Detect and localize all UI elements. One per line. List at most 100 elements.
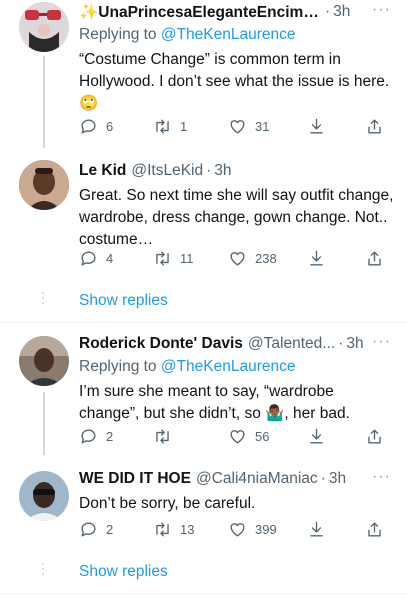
reply-count: 2 [106, 428, 114, 444]
reply-button[interactable]: 2 [79, 520, 113, 539]
replying-prefix: Replying to [79, 26, 161, 43]
thread-dots [40, 563, 46, 578]
download-button[interactable] [307, 427, 326, 446]
share-icon [368, 428, 381, 444]
action-bar: 6 1 31 [79, 114, 397, 138]
user-handle[interactable]: @ItsLeKid [131, 162, 203, 180]
like-icon [230, 251, 245, 266]
share-button[interactable] [365, 249, 384, 268]
show-replies-link[interactable]: Show replies [79, 292, 168, 310]
show-replies-link[interactable]: Show replies [79, 563, 168, 581]
download-button[interactable] [307, 117, 326, 136]
display-name[interactable]: Le Kid [79, 162, 126, 180]
retweet-count: 1 [180, 118, 188, 134]
like-icon [230, 119, 245, 134]
avatar[interactable] [19, 336, 69, 386]
reply-count: 4 [106, 250, 114, 266]
thread-dots [40, 292, 46, 307]
like-button[interactable]: 56 [228, 427, 269, 446]
reply-icon [81, 119, 96, 134]
download-button[interactable] [307, 520, 326, 539]
thread-line [43, 56, 45, 148]
retweet-button[interactable]: 1 [153, 117, 187, 136]
separator: · [325, 3, 331, 20]
like-count: 238 [255, 250, 277, 266]
mention-link[interactable]: @TheKenLaurence [161, 358, 296, 375]
like-button[interactable]: 399 [228, 520, 277, 539]
action-bar: 2 56 [79, 424, 397, 448]
more-icon[interactable]: ··· [372, 1, 391, 19]
tweet[interactable]: ✨UnaPrincesaEleganteEncimaS... · 3h ··· … [0, 0, 407, 148]
retweet-icon [156, 521, 169, 537]
replying-to: Replying to @TheKenLaurence [79, 24, 395, 46]
more-icon[interactable]: ··· [372, 333, 391, 351]
reply-button[interactable]: 6 [79, 117, 113, 136]
separator: · [338, 335, 344, 352]
more-icon[interactable]: ··· [372, 468, 391, 486]
tweet-header: WE DID IT HOE @Cali4niaManiac · 3h [79, 468, 395, 490]
timestamp[interactable]: 3h [346, 335, 363, 353]
tweet-header: Roderick Donte' Davis @Talented... · 3h [79, 333, 395, 355]
tweet-text: Don’t be sorry, be careful. [79, 495, 256, 512]
divider [0, 593, 407, 594]
tweet-header: ✨UnaPrincesaEleganteEncimaS... · 3h [79, 1, 395, 23]
like-button[interactable]: 238 [228, 249, 277, 268]
share-icon [368, 250, 381, 266]
tweet-header: Le Kid @ItsLeKid · 3h [79, 160, 395, 182]
reply-icon [81, 251, 96, 266]
tweet-text: “Costume Change” is common term in Holly… [79, 51, 390, 112]
timestamp[interactable]: 3h [214, 162, 231, 180]
like-icon [230, 522, 245, 537]
tweet-text: Great. So next time she will say outfit … [79, 187, 394, 248]
user-handle[interactable]: @Talented... [248, 335, 335, 353]
replying-prefix: Replying to [79, 358, 161, 375]
reply-icon [81, 522, 96, 537]
retweet-count: 11 [180, 250, 194, 266]
reply-button[interactable]: 2 [79, 427, 113, 446]
tweet[interactable]: Roderick Donte' Davis @Talented... · 3h … [0, 330, 407, 455]
display-name[interactable]: WE DID IT HOE [79, 470, 191, 488]
download-icon [310, 428, 323, 444]
divider [0, 322, 407, 323]
timestamp[interactable]: 3h [333, 3, 350, 21]
reply-button[interactable]: 4 [79, 249, 113, 268]
like-count: 31 [255, 118, 270, 134]
user-handle[interactable]: @Cali4niaManiac [196, 470, 318, 488]
tweet-text: I’m sure she meant to say, “wardrobe cha… [79, 383, 350, 422]
retweet-icon [156, 118, 169, 134]
thread-line [43, 392, 45, 455]
retweet-button[interactable] [153, 427, 180, 446]
share-button[interactable] [365, 520, 384, 539]
retweet-button[interactable]: 11 [153, 249, 194, 268]
retweet-count: 13 [180, 521, 195, 537]
display-name[interactable]: ✨UnaPrincesaEleganteEncimaS... [79, 3, 319, 22]
like-count: 56 [255, 428, 270, 444]
reply-count: 6 [106, 118, 114, 134]
separator: · [320, 470, 326, 487]
download-icon [310, 521, 323, 537]
share-icon [368, 118, 381, 134]
avatar[interactable] [19, 2, 69, 52]
reply-count: 2 [106, 521, 114, 537]
download-icon [310, 118, 323, 134]
timestamp[interactable]: 3h [329, 470, 346, 488]
avatar[interactable] [19, 160, 69, 210]
avatar[interactable] [19, 471, 69, 521]
like-icon [230, 429, 245, 444]
tweet[interactable]: Le Kid @ItsLeKid · 3h Great. So next tim… [0, 150, 407, 275]
action-bar: 4 11 238 [79, 246, 397, 270]
download-icon [310, 250, 323, 266]
share-icon [368, 521, 381, 537]
like-count: 399 [255, 521, 277, 537]
action-bar: 2 13 399 [79, 517, 397, 541]
share-button[interactable] [365, 427, 384, 446]
replying-to: Replying to @TheKenLaurence [79, 356, 395, 378]
download-button[interactable] [307, 249, 326, 268]
tweet[interactable]: WE DID IT HOE @Cali4niaManiac · 3h ··· D… [0, 465, 407, 550]
separator: · [206, 162, 212, 179]
mention-link[interactable]: @TheKenLaurence [161, 26, 296, 43]
share-button[interactable] [365, 117, 384, 136]
display-name[interactable]: Roderick Donte' Davis [79, 335, 243, 353]
like-button[interactable]: 31 [228, 117, 269, 136]
retweet-button[interactable]: 13 [153, 520, 194, 539]
